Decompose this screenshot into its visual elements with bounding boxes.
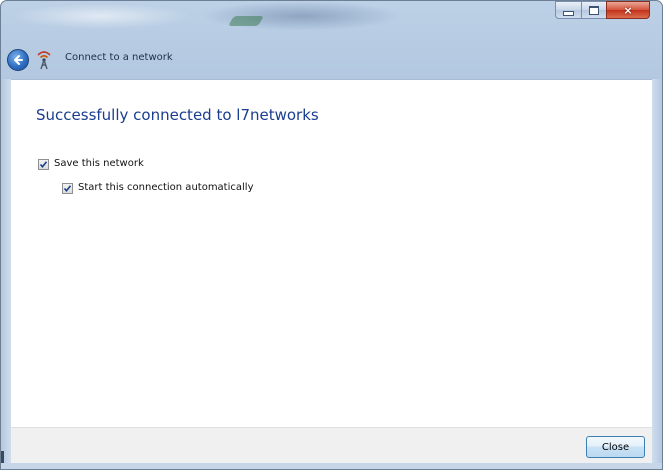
save-network-checkbox[interactable] <box>38 158 49 170</box>
window-frame: × Connect to a network Successfully conn… <box>0 0 663 470</box>
minimize-icon <box>563 10 574 16</box>
window-title: Connect to a network <box>65 52 173 63</box>
maximize-icon <box>589 5 599 15</box>
resize-edge <box>1 451 4 463</box>
start-automatically-label: Start this connection automatically <box>78 182 254 193</box>
button-footer: Close <box>11 427 652 464</box>
glass-background <box>11 3 191 29</box>
checkmark-icon <box>63 184 72 192</box>
maximize-button[interactable] <box>581 1 606 19</box>
page-heading: Successfully connected to l7networks <box>36 106 319 124</box>
close-icon: × <box>623 3 633 17</box>
back-button[interactable] <box>7 49 29 71</box>
start-automatically-checkbox[interactable] <box>62 182 73 194</box>
checkmark-icon <box>39 160 48 168</box>
glass-background-shadow <box>201 1 401 31</box>
window-left-border <box>1 79 11 469</box>
close-button[interactable]: Close <box>586 436 645 458</box>
save-network-option[interactable]: Save this network <box>38 158 144 170</box>
navigation-bar: Connect to a network <box>1 37 662 79</box>
window-right-border <box>652 79 662 469</box>
window-bottom-border <box>1 463 662 469</box>
save-network-label: Save this network <box>54 158 144 169</box>
window-close-button[interactable]: × <box>606 1 650 19</box>
wireless-network-icon <box>37 51 51 70</box>
minimize-button[interactable] <box>555 1 581 19</box>
start-automatically-option[interactable]: Start this connection automatically <box>62 182 253 194</box>
caption-buttons: × <box>555 1 650 19</box>
back-arrow-icon <box>14 55 23 65</box>
content-panel: Successfully connected to l7networks Sav… <box>11 79 652 428</box>
glass-background-accent <box>228 16 264 26</box>
